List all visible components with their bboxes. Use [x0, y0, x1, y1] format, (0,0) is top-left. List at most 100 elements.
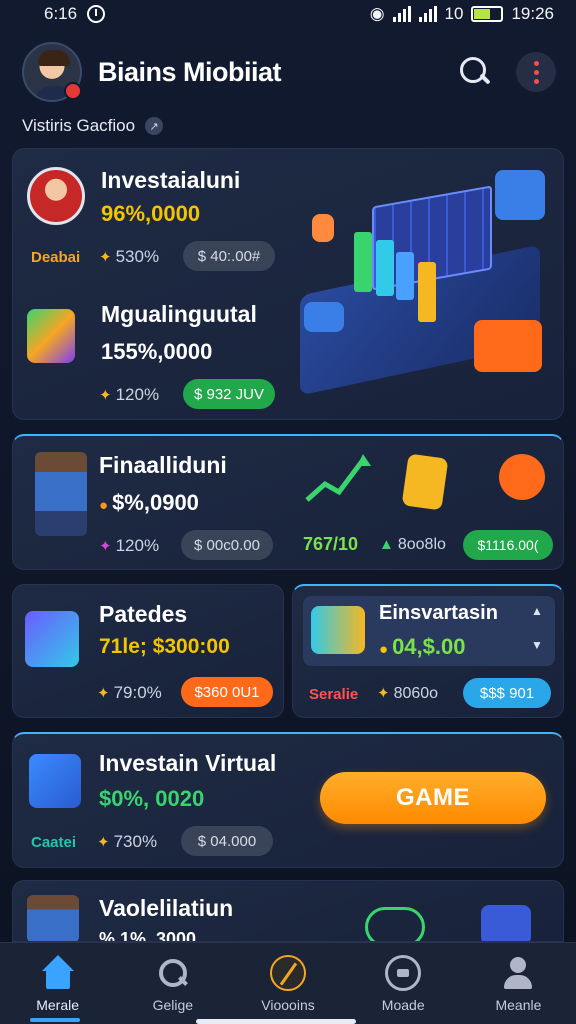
card-percent: ✦ 8060o [377, 685, 439, 702]
extra-amount-pill[interactable]: $1116.00( [463, 530, 553, 560]
compass-icon [270, 955, 306, 991]
coin-icon: ● [99, 497, 109, 514]
nav-label: Moade [381, 997, 425, 1013]
grid-panel-icon [481, 905, 531, 941]
sort-down-icon[interactable]: ▼ [531, 638, 543, 652]
card-title: Investain Virtual [99, 750, 277, 776]
nav-label: Merale [36, 997, 79, 1013]
card-amount-pill[interactable]: $ 932 JUV [183, 379, 275, 409]
card-percent: ✦ 120% [99, 385, 160, 404]
coin-icon [499, 454, 545, 500]
alarm-clock-icon [87, 5, 106, 23]
card-amount-pill[interactable]: $ 40:.00# [183, 241, 275, 271]
chart-bar-shape [354, 232, 372, 292]
monitor-icon [474, 320, 542, 372]
card-value: 155%,0000 [101, 339, 213, 364]
shield-icon [401, 453, 449, 511]
nav-label: Gelige [152, 997, 194, 1013]
subtitle: Vistiris Gacfioo ↗ [22, 116, 164, 136]
bottom-navigation: Merale Gelige Vioooins Moade Meanle [0, 942, 576, 1024]
chart-bar-shape [376, 240, 394, 296]
sort-up-icon[interactable]: ▲ [531, 604, 543, 618]
floating-box-icon [312, 214, 334, 242]
card-percent: ✦ 120% [99, 536, 160, 555]
growth-icon: ✦ [97, 834, 110, 851]
more-options-button[interactable] [516, 52, 556, 92]
status-clock: 19:26 [511, 4, 554, 23]
card-value: ● $%,0900 [99, 490, 199, 515]
card-value: 71le; $300:00 [99, 635, 230, 658]
cube-icon [29, 754, 81, 808]
card-value: 96%,0000 [101, 201, 201, 226]
growth-icon: ✦ [99, 387, 112, 404]
chart-icon [311, 606, 365, 654]
card-title: Mgualinguutal [101, 301, 257, 327]
card-amount-pill[interactable]: $$$ 901 [463, 678, 551, 708]
card-label: Caatei [31, 834, 77, 851]
floating-cube-icon [495, 170, 545, 220]
home-indicator[interactable] [196, 1019, 356, 1024]
search-icon[interactable] [458, 55, 492, 89]
einsvartasin-card[interactable]: Einsvartasin ▲ ▼ ● 04,$.00 Seralie ✦ 8060o… [292, 584, 564, 718]
info-icon[interactable]: ↗ [145, 117, 164, 135]
finance-card[interactable]: Finaalliduni ● $%,0900 ✦ 120% $ 00c0.00 76… [12, 434, 564, 570]
app-title: Biains Miobiiat [98, 56, 282, 87]
profile-icon [500, 955, 536, 991]
notification-badge [64, 82, 82, 100]
card-value: $0%, 0020 [99, 786, 205, 811]
home-icon [40, 955, 76, 991]
monitor-icon [25, 611, 79, 667]
person-illustration [27, 895, 79, 941]
extra-value: 767/10 [303, 534, 359, 554]
mode-icon [385, 955, 422, 991]
status-bar: 6:16 ◉ 10 19:26 [0, 0, 576, 28]
coin-icon: ● [379, 641, 389, 658]
nav-profile[interactable]: Meanle [461, 943, 576, 1024]
subtitle-text: Vistiris Gacfioo [22, 116, 136, 135]
card-title: Patedes [99, 601, 188, 627]
card-amount-pill[interactable]: $360 0U1 [181, 677, 273, 707]
app-header: Biains Miobiiat [22, 40, 556, 104]
growth-icon: ✦ [99, 249, 112, 266]
card-amount-pill[interactable]: $ 04.000 [181, 826, 273, 856]
card-percent: ✦ 530% [99, 247, 160, 266]
nav-compass[interactable]: Vioooins [230, 943, 345, 1024]
card-label: Seralie [309, 686, 359, 703]
nav-home[interactable]: Merale [0, 943, 115, 1024]
growth-icon: ▲ [379, 536, 394, 553]
card-title: Investaialuni [101, 167, 241, 193]
nav-mode[interactable]: Moade [346, 943, 461, 1024]
card-title: Finaalliduni [99, 452, 227, 478]
growth-icon: ✦ [97, 685, 110, 702]
active-tab-indicator [30, 1018, 80, 1022]
battery-icon [471, 6, 504, 22]
signal-strength-icon [418, 6, 437, 22]
pateds-card[interactable]: Patedes 71le; $300:00 ✦ 79:0% $360 0U1 [12, 584, 284, 718]
nav-label: Vioooins [261, 997, 315, 1013]
signal-bars-icon [392, 6, 411, 22]
vaolelilatiun-card[interactable]: Vaolelilatiun % 1%, 3000 [12, 880, 564, 942]
card-percent: ✦ 730% [97, 832, 158, 851]
status-time-left: 6:16 [44, 4, 78, 23]
nav-search[interactable]: Gelige [115, 943, 230, 1024]
card-amount-pill[interactable]: $ 00c0.00 [181, 530, 273, 560]
chart-bar-shape [418, 262, 436, 322]
coin-stack-icon [365, 907, 425, 941]
game-button[interactable]: GAME [320, 772, 546, 824]
growth-icon: ✦ [377, 685, 390, 702]
investor-avatar [27, 167, 85, 225]
signal-text: 10 [444, 4, 464, 23]
extra-meta: ▲ 8oo8lo [379, 536, 446, 553]
card-title: Vaolelilatiun [99, 895, 234, 921]
server-icon [304, 302, 344, 332]
eye-icon: ◉ [369, 4, 385, 23]
person-illustration [35, 452, 87, 536]
card-percent: ✦ 79:0% [97, 683, 162, 702]
nav-label: Meanle [495, 997, 542, 1013]
chart-bar-shape [396, 252, 414, 300]
card-label: Deabai [31, 249, 81, 266]
card-value: % 1%, 3000 [99, 929, 197, 942]
card-value: ● 04,$.00 [379, 634, 466, 659]
trend-chart-icon [305, 454, 371, 502]
search-icon [155, 955, 191, 991]
